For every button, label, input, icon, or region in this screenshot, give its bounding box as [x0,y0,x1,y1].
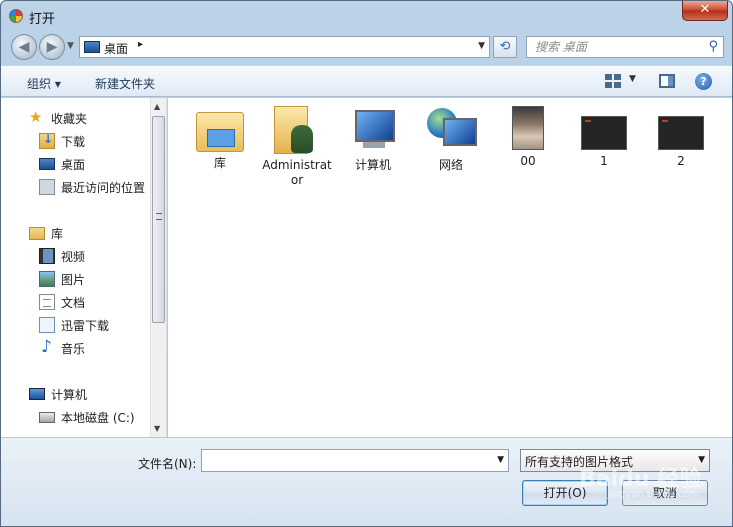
file-item-computer[interactable]: 计算机 [336,106,410,173]
picture-icon [39,271,55,287]
nav-item-label: 计算机 [51,387,88,402]
search-box[interactable]: ⚲ [526,36,724,58]
file-item-label: 2 [677,154,685,168]
app-icon [9,9,23,23]
nav-downloads[interactable]: 下载 [39,131,85,151]
nav-item-label: 收藏夹 [51,111,88,126]
nav-music[interactable]: 音乐 [39,337,86,358]
local-disk-icon [39,411,55,423]
image-thumbnail [581,116,627,150]
address-location[interactable]: 桌面 [104,40,128,57]
new-folder-button[interactable]: 新建文件夹 [95,75,155,92]
nav-pane-scrollbar[interactable]: ▲ ▼ [150,98,166,437]
nav-videos[interactable]: 视频 [39,246,85,266]
download-folder-icon [39,132,55,149]
nav-pictures[interactable]: 图片 [39,269,85,289]
file-item-label: 00 [520,154,536,168]
open-button[interactable]: 打开(O) [522,480,608,506]
nav-item-label: 下载 [61,134,86,149]
navigation-pane: 收藏夹 下载 桌面 最近访问的位置 库 视频 图片 文档 [1,98,167,437]
music-icon [39,337,55,357]
scrollbar-thumb[interactable] [152,116,165,323]
nav-documents[interactable]: 文档 [39,292,85,312]
file-item-label: Administrator [262,158,332,187]
open-file-dialog: 打开 ✕ ◀ ▶ ▼ 桌面 ▸ ▼ ⟲ ⚲ 组织 ▾ 新建文件夹 ▼ ? 收藏夹 [0,0,733,527]
library-icon [196,112,244,152]
star-icon [29,108,45,126]
image-thumbnail [658,116,704,150]
filetype-dropdown-icon[interactable]: ▼ [698,455,705,465]
nav-item-label: 视频 [61,249,86,264]
title-bar[interactable]: 打开 ✕ [1,1,732,31]
filetype-value: 所有支持的图片格式 [525,455,634,469]
close-button[interactable]: ✕ [682,1,728,21]
organize-button[interactable]: 组织 ▾ [27,75,61,92]
file-item-label: 计算机 [354,158,391,172]
address-row: ◀ ▶ ▼ 桌面 ▸ ▼ ⟲ ⚲ [1,31,732,63]
change-view-icon[interactable] [605,74,621,88]
filename-combobox[interactable]: ▼ [201,449,509,472]
filename-dropdown-icon[interactable]: ▼ [497,455,504,465]
file-item-label: 库 [213,156,226,170]
scroll-up-arrow-icon[interactable]: ▲ [154,102,160,111]
scroll-down-arrow-icon[interactable]: ▼ [154,424,160,433]
document-icon [39,294,55,310]
file-item-label: 1 [600,154,608,168]
nav-recent-places[interactable]: 最近访问的位置 [39,177,145,197]
nav-item-label: 迅雷下载 [61,318,110,333]
file-list: 库 Administrator 计算机 网络 00 1 2 [168,98,732,437]
nav-computer[interactable]: 计算机 [29,384,87,404]
desktop-icon [39,158,55,170]
nav-item-label: 音乐 [61,341,86,356]
command-bar: 组织 ▾ 新建文件夹 ▼ ? [1,65,732,97]
filename-input[interactable] [206,451,486,470]
file-item-administrator[interactable]: Administrator [260,106,334,188]
filename-label: 文件名(N): [138,457,197,471]
file-item-network[interactable]: 网络 [414,106,488,173]
file-item-1[interactable]: 1 [567,106,641,169]
back-button[interactable]: ◀ [11,34,37,60]
computer-icon [349,106,397,154]
refresh-button[interactable]: ⟲ [493,36,517,58]
nav-local-disk-c[interactable]: 本地磁盘 (C:) [39,407,135,427]
forward-button[interactable]: ▶ [39,34,65,60]
video-icon [39,248,55,264]
file-item-libraries[interactable]: 库 [183,106,257,171]
nav-favorites[interactable]: 收藏夹 [29,108,87,128]
photo-thumbnail [512,106,544,150]
desktop-icon [84,41,100,53]
search-input[interactable] [533,38,703,56]
view-options-dropdown[interactable]: ▼ [629,74,636,84]
nav-item-label: 本地磁盘 (C:) [61,410,135,425]
dialog-footer: 文件名(N): ▼ 所有支持的图片格式 ▼ 打开(O) 取消 [1,437,732,526]
network-icon [427,106,477,154]
cancel-button[interactable]: 取消 [622,480,708,506]
help-icon[interactable]: ? [695,73,712,90]
nav-item-label: 文档 [61,295,86,310]
library-icon [29,226,45,240]
file-item-label: 网络 [438,158,463,172]
xunlei-folder-icon [39,317,55,333]
window-title: 打开 [29,12,56,27]
recent-places-icon [39,179,55,195]
file-item-00[interactable]: 00 [491,106,565,169]
nav-xunlei-downloads[interactable]: 迅雷下载 [39,315,109,335]
user-folder-icon [274,106,313,154]
nav-item-label: 桌面 [61,157,86,172]
preview-pane-icon[interactable] [659,74,675,88]
nav-item-label: 图片 [61,272,86,287]
filetype-select[interactable]: 所有支持的图片格式 ▼ [520,449,710,472]
nav-desktop[interactable]: 桌面 [39,154,85,174]
file-item-2[interactable]: 2 [644,106,718,169]
search-icon[interactable]: ⚲ [708,39,718,54]
address-dropdown[interactable]: ▼ [478,41,485,51]
computer-icon [29,388,45,400]
recent-pages-dropdown[interactable]: ▼ [67,41,74,51]
nav-item-label: 最近访问的位置 [61,180,146,195]
nav-item-label: 库 [51,226,64,241]
breadcrumb-arrow-icon[interactable]: ▸ [138,39,143,50]
nav-libraries[interactable]: 库 [29,223,63,243]
address-bar[interactable]: 桌面 ▸ ▼ [79,36,490,58]
